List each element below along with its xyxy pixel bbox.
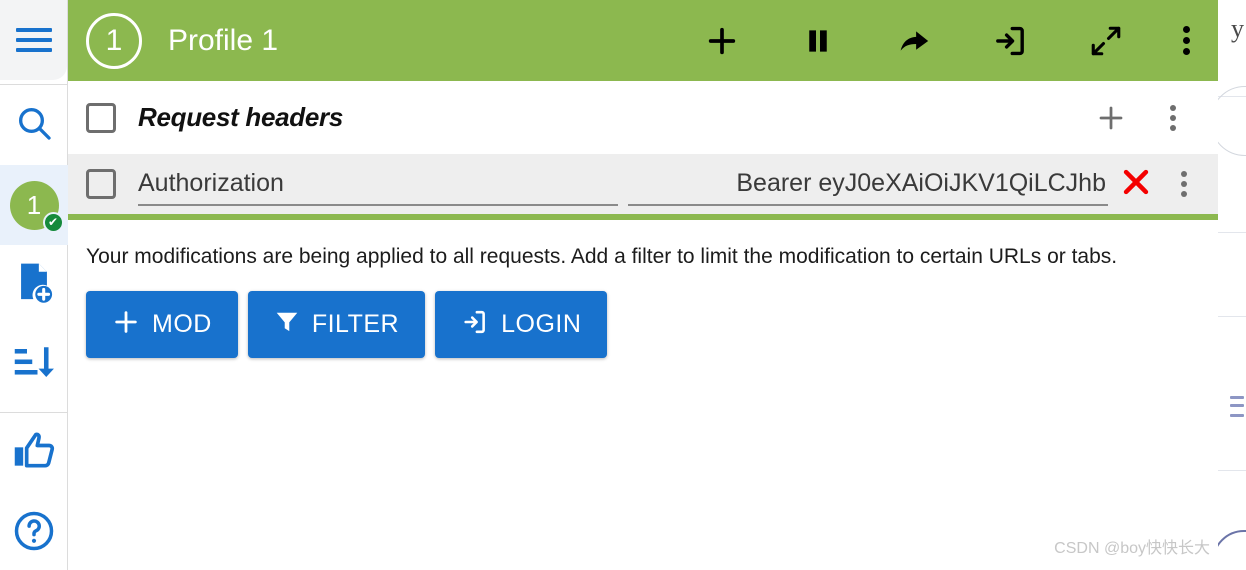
info-message: Your modifications are being applied to … bbox=[86, 245, 1118, 268]
table-row: Authorization Bearer eyJ0eXAiOiJKV1QiLCJ… bbox=[68, 154, 1218, 214]
add-header-button[interactable] bbox=[1080, 103, 1142, 133]
section-menu-button[interactable] bbox=[1142, 104, 1204, 131]
section-actions bbox=[1080, 103, 1204, 133]
modheader-popup: y 1 ✔ 1 Profile 1 Request headers Author… bbox=[0, 0, 1246, 570]
profile-number-badge: 1 bbox=[86, 12, 142, 69]
profile-header: 1 Profile 1 bbox=[68, 0, 1218, 81]
sidebar-item-help[interactable] bbox=[0, 493, 68, 570]
button-label: MOD bbox=[152, 310, 212, 338]
sidebar-lower-group bbox=[0, 413, 68, 570]
row-checkbox[interactable] bbox=[86, 169, 116, 199]
row-menu-button[interactable] bbox=[1164, 171, 1204, 197]
hamburger-menu-icon bbox=[15, 22, 52, 58]
button-label: FILTER bbox=[311, 310, 400, 338]
background-chip bbox=[1230, 396, 1244, 399]
button-label: LOGIN bbox=[501, 310, 582, 338]
header-value-text: Bearer eyJ0eXAiOiJKV1QiLCJhb bbox=[736, 168, 1106, 197]
more-options-button[interactable] bbox=[1154, 26, 1218, 55]
share-button[interactable] bbox=[866, 24, 962, 58]
login-icon bbox=[461, 308, 489, 341]
background-letter: y bbox=[1231, 14, 1244, 43]
login-button[interactable]: LOGIN bbox=[435, 291, 608, 358]
check-icon: ✔ bbox=[42, 211, 64, 233]
login-button-header[interactable] bbox=[962, 24, 1058, 58]
sidebar: 1 ✔ bbox=[0, 0, 68, 570]
search-icon bbox=[14, 103, 54, 148]
background-chip bbox=[1230, 404, 1244, 407]
close-x-icon bbox=[1119, 165, 1153, 204]
section-title: Request headers bbox=[138, 102, 344, 132]
sidebar-item-sort[interactable] bbox=[0, 325, 68, 405]
help-circle-icon bbox=[13, 510, 55, 557]
thumbs-up-icon bbox=[12, 429, 56, 478]
section-checkbox[interactable] bbox=[86, 102, 116, 133]
body-area: Your modifications are being applied to … bbox=[68, 220, 1218, 358]
expand-button[interactable] bbox=[1058, 24, 1154, 58]
main-panel: 1 Profile 1 Request headers Authorizatio… bbox=[68, 0, 1218, 570]
action-buttons: MOD FILTER LOGIN bbox=[86, 291, 1218, 358]
more-vertical-icon bbox=[1182, 26, 1190, 55]
background-chip bbox=[1230, 414, 1244, 417]
add-profile-button[interactable] bbox=[674, 24, 770, 58]
profile-number: 1 bbox=[26, 189, 42, 220]
add-mod-button[interactable]: MOD bbox=[86, 291, 238, 358]
sidebar-item-new-profile[interactable] bbox=[0, 245, 68, 325]
header-value-input[interactable]: Bearer eyJ0eXAiOiJKV1QiLCJhb bbox=[628, 162, 1108, 206]
new-profile-icon bbox=[14, 262, 54, 309]
plus-icon bbox=[112, 308, 140, 341]
sidebar-item-profile-1[interactable]: 1 ✔ bbox=[0, 165, 68, 245]
header-actions bbox=[674, 0, 1218, 81]
add-filter-button[interactable]: FILTER bbox=[247, 291, 426, 358]
page-title: Profile 1 bbox=[168, 23, 279, 57]
more-vertical-icon bbox=[1181, 171, 1187, 197]
header-name-value: Authorization bbox=[138, 168, 284, 197]
remove-header-button[interactable] bbox=[1108, 165, 1164, 204]
watermark: CSDN @boy快快长大 bbox=[1054, 540, 1210, 557]
funnel-icon bbox=[274, 308, 300, 341]
more-vertical-icon bbox=[1170, 104, 1176, 131]
pause-button[interactable] bbox=[770, 24, 866, 58]
profile-badge-icon: 1 ✔ bbox=[9, 180, 64, 233]
sidebar-item-feedback[interactable] bbox=[0, 413, 68, 493]
header-name-input[interactable]: Authorization bbox=[138, 162, 618, 206]
request-headers-section: Request headers bbox=[68, 81, 1218, 154]
sidebar-item-search[interactable] bbox=[0, 85, 68, 165]
sort-descending-icon bbox=[13, 343, 55, 388]
menu-button[interactable] bbox=[0, 0, 67, 80]
